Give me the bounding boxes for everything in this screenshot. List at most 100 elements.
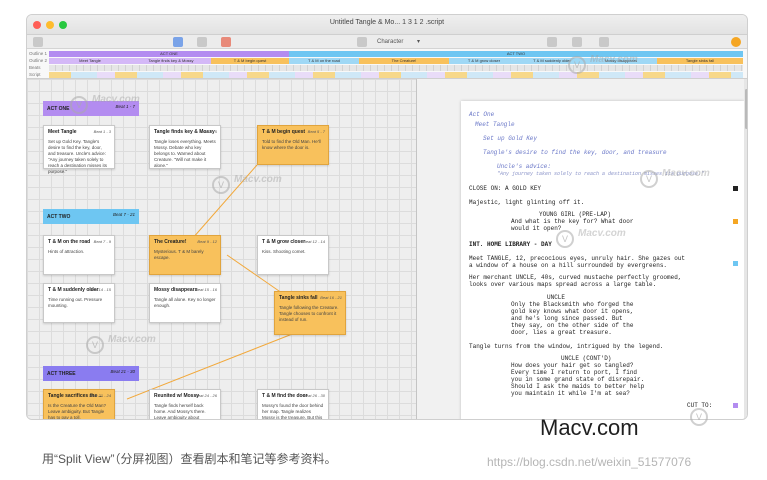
card-beat: Beat 16 - 21 (320, 295, 342, 300)
sequence-segment[interactable]: T & M grow closer (449, 58, 519, 64)
notification-icon[interactable] (731, 37, 741, 47)
script-scrollbar[interactable] (744, 79, 747, 419)
watermark-logo: V (86, 336, 104, 354)
card-body: Told to find the Old Man. He'll know whe… (262, 139, 321, 150)
dialogue-line: and he's long since passed. But (511, 315, 623, 322)
dialogue-line: Every time I return to port, I find (511, 369, 638, 376)
script-note: Tangle's desire to find the key, door, a… (483, 149, 667, 156)
script-editor[interactable]: Act One Meet Tangle Set up Gold Key Tang… (417, 79, 747, 419)
source-watermark: https://blog.csdn.net/weixin_51577076 (487, 455, 692, 469)
story-card[interactable]: Tangle sinks fall Beat 16 - 21 Tangle fo… (274, 291, 346, 335)
split-view-icon[interactable] (547, 37, 557, 47)
dialogue-line: And what is the key for? What door (511, 218, 634, 225)
story-card[interactable]: T & M on the road Beat 7 - 9 Hints of at… (43, 235, 115, 275)
app-window: Untitled Tangle & Mo... 1 3 1 2 .script … (26, 14, 748, 420)
panels-icon[interactable] (599, 37, 609, 47)
sequence-segment[interactable]: Tangle finds key & Mossy (131, 58, 211, 64)
sequence-segment[interactable]: T & M on the road (289, 58, 359, 64)
layout-icon[interactable] (197, 37, 207, 47)
script-note: Uncle's advice: (497, 163, 552, 170)
story-card[interactable]: The Creature! Beat 9 - 12 Mysterious. T … (149, 235, 221, 275)
dialogue-line: Should I ask the maids to better help (511, 383, 645, 390)
script-line: looks over various maps spread across a … (469, 281, 657, 288)
story-board[interactable]: ACT ONE Beat 1 - 7 ACT TWO Beat 7 - 21 A… (27, 79, 417, 420)
sequence-segment[interactable]: Meet Tangle (49, 58, 131, 64)
card-beat: Beat 3 - 5 (199, 129, 217, 134)
card-body: Tangle finds herself back home. And Moss… (154, 403, 206, 420)
toolbar: Character ▾ (27, 35, 747, 49)
sequence-segment[interactable]: Tangle sinks fall (657, 58, 743, 64)
story-card[interactable]: T & M suddenly older Beat 14 - 15 Time r… (43, 283, 115, 323)
list-icon[interactable] (357, 37, 367, 47)
script-line: a window of a house on a hill surrounded… (469, 262, 668, 269)
card-beat: Beat 24 - 26 (195, 393, 217, 398)
story-card[interactable]: Mossy disappears Beat 15 - 16 Tangle all… (149, 283, 221, 323)
story-card[interactable]: T & M find the door Beat 26 - 30 Mossy's… (257, 389, 329, 420)
story-card[interactable]: T & M grow closer Beat 12 - 14 Kiss. Sho… (257, 235, 329, 275)
story-card[interactable]: Reunited w/ Mossy Beat 24 - 26 Tangle fi… (149, 389, 221, 420)
script-line: CLOSE ON: A GOLD KEY (469, 185, 542, 192)
card-body: Time running out. Pressure mounting. (48, 297, 103, 308)
script-note: Act One (469, 111, 495, 118)
share-icon[interactable] (572, 37, 582, 47)
element-dropdown[interactable]: Character (377, 37, 403, 47)
act-beat-range: Beat 21 - 30 (110, 369, 135, 374)
card-body: Tangle following the Creature. Tangle ch… (279, 305, 339, 322)
outline-view-icon[interactable] (173, 37, 183, 47)
scroll-thumb[interactable] (745, 89, 747, 129)
character-name: UNCLE (547, 294, 566, 301)
story-card[interactable]: Tangle sacrifices the ... Beat 21 - 24 I… (43, 389, 115, 420)
sequence-segment[interactable]: The Creature! (359, 58, 449, 64)
beats-strip[interactable] (49, 65, 743, 71)
script-page[interactable]: Act One Meet Tangle Set up Gold Key Tang… (461, 101, 744, 419)
scene-marker[interactable] (733, 219, 738, 224)
chevron-down-icon[interactable]: ▾ (417, 37, 420, 47)
card-body: Hints of attraction. (48, 249, 85, 254)
color-icon[interactable] (221, 37, 231, 47)
watermark-logo: V (690, 408, 708, 426)
brand-watermark: Macv.com (540, 415, 639, 440)
card-body: Tangle loses everything. Meets Mossy. De… (154, 139, 216, 168)
window-title: Untitled Tangle & Mo... 1 3 1 2 .script (329, 19, 445, 26)
act-header[interactable]: ACT TWO Beat 7 - 21 (43, 209, 139, 224)
sequence-segment[interactable]: T & M begin quest (211, 58, 289, 64)
script-line: Her merchant UNCLE, 40s, curved mustache… (469, 274, 682, 281)
scene-marker[interactable] (733, 261, 738, 266)
watermark-text: Macv.com (108, 334, 156, 345)
caption: 用“Split View”（分屏视图）查看剧本和笔记等参考资料。 (42, 452, 337, 466)
scene-marker[interactable] (733, 186, 738, 191)
story-card[interactable]: Meet Tangle Beat 1 - 3 Set up Gold Key. … (43, 125, 115, 174)
script-line: Majestic, light glinting off it. (469, 199, 585, 206)
watermark-logo: V (640, 170, 658, 188)
dialogue-line: you maintain it while I'm at sea? (511, 390, 630, 397)
card-beat: Beat 26 - 30 (303, 393, 325, 398)
act-label: ACT ONE (47, 106, 70, 112)
watermark-text: Macv.com (578, 228, 626, 239)
character-name: YOUNG GIRL (PRE-LAP) (539, 211, 612, 218)
watermark-logo: V (568, 56, 586, 74)
card-body: Mossy's found the door behind her map. T… (262, 403, 324, 420)
card-body: Is the Creature the Old Man? Leave ambig… (48, 403, 107, 420)
track-label: Beats (29, 65, 41, 70)
act-segment[interactable]: ACT ONE (49, 51, 289, 57)
card-body: Mysterious. T & M barely escape. (154, 249, 204, 260)
scene-marker[interactable] (733, 403, 738, 408)
story-card[interactable]: T & M begin quest Beat 5 - 7 Told to fin… (257, 125, 329, 165)
track-label: Outline 2 (29, 58, 48, 63)
tools-icon[interactable] (33, 37, 43, 47)
script-note: Set up Gold Key (483, 135, 538, 142)
story-card[interactable]: Tangle finds key & Mossy Beat 3 - 5 Tang… (149, 125, 221, 169)
dialogue-line: they say, on the other side of the (511, 322, 634, 329)
act-header[interactable]: ACT THREE Beat 21 - 30 (43, 366, 139, 381)
dialogue-line: How does your hair get so tangled? (511, 362, 634, 369)
act-segment[interactable]: ACT TWO (289, 51, 743, 57)
script-line: Tangle turns from the window, intrigued … (469, 343, 664, 350)
script-line: Meet TANGLE, 12, precocious eyes, unruly… (469, 255, 686, 262)
card-beat: Beat 1 - 3 (93, 129, 111, 134)
card-beat: Beat 5 - 7 (307, 129, 325, 134)
character-name: UNCLE (CONT'D) (561, 355, 612, 362)
card-beat: Beat 9 - 12 (197, 239, 217, 244)
script-strip[interactable] (49, 72, 743, 78)
act-label: ACT TWO (47, 214, 71, 220)
watermark-logo: V (556, 230, 574, 248)
